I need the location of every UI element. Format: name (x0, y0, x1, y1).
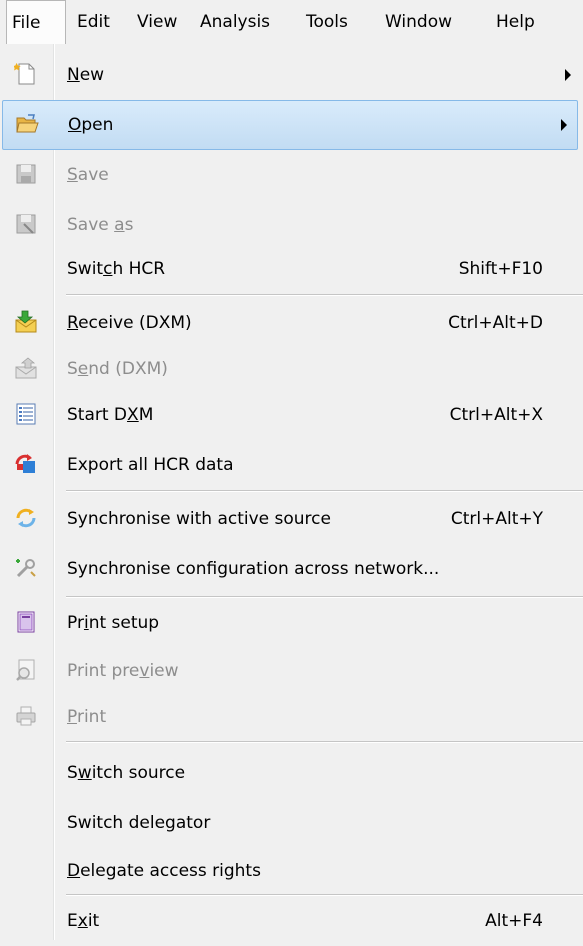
menubar-help[interactable]: Help (496, 0, 535, 44)
menu-item-shortcut: Shift+F10 (458, 259, 543, 279)
menu-item-export-all-hcr-data[interactable]: Export all HCR data (0, 440, 583, 490)
menu-item-start-dxm[interactable]: Start DXM Ctrl+Alt+X (0, 390, 583, 440)
menu-item-label: Synchronise configuration across network… (67, 559, 440, 579)
receive-mail-icon (14, 310, 38, 334)
sync-icon (14, 506, 38, 530)
menu-separator (66, 294, 583, 296)
new-document-icon (14, 62, 38, 86)
menu-item-synchronise-active-source[interactable]: Synchronise with active source Ctrl+Alt+… (0, 494, 583, 544)
menu-separator (66, 741, 583, 743)
menubar-window[interactable]: Window (385, 0, 452, 44)
network-config-icon (14, 556, 38, 580)
menu-item-label: Switch source (67, 763, 186, 783)
menu-item-label: Save as (67, 215, 134, 235)
submenu-arrow-icon (561, 119, 567, 131)
save-as-icon (14, 212, 38, 236)
menu-item-label: Receive (DXM) (67, 313, 192, 333)
menu-item-receive-dxm[interactable]: Receive (DXM) Ctrl+Alt+D (0, 298, 583, 348)
export-icon (14, 452, 38, 476)
menu-item-label: New (67, 65, 105, 85)
menu-item-exit[interactable]: Exit Alt+F4 (0, 896, 583, 946)
menu-item-save[interactable]: Save (0, 150, 583, 200)
menu-item-label: Synchronise with active source (67, 509, 331, 529)
print-setup-icon (14, 610, 38, 634)
menu-separator (66, 490, 583, 492)
menu-item-label: Print (67, 707, 107, 727)
menu-item-label: Print setup (67, 613, 160, 633)
menu-item-label: Export all HCR data (67, 455, 234, 475)
menu-separator (66, 894, 583, 896)
printer-icon (14, 704, 38, 728)
menu-item-save-as[interactable]: Save as (0, 200, 583, 250)
menu-item-shortcut: Ctrl+Alt+Y (450, 509, 543, 529)
menu-item-print-preview[interactable]: Print preview (0, 646, 583, 696)
menu-item-delegate-access-rights[interactable]: Delegate access rights (0, 846, 583, 896)
menu-item-shortcut: Alt+F4 (485, 911, 543, 931)
file-menu: New Open Save Save as Switch HCR Shift+F… (0, 44, 583, 940)
open-folder-icon (15, 112, 39, 136)
menu-item-label: Switch HCR (67, 259, 166, 279)
menu-item-shortcut: Ctrl+Alt+X (449, 405, 543, 425)
menu-item-label: Save (67, 165, 109, 185)
menu-item-switch-hcr[interactable]: Switch HCR Shift+F10 (0, 244, 583, 294)
menu-item-synchronise-configuration[interactable]: Synchronise configuration across network… (0, 544, 583, 594)
menu-item-open[interactable]: Open (2, 100, 578, 150)
menu-item-label: Switch delegator (67, 813, 211, 833)
menu-item-shortcut: Ctrl+Alt+D (448, 313, 543, 333)
menu-item-label: Delegate access rights (67, 861, 261, 881)
menu-item-label: Start DXM (67, 405, 154, 425)
send-mail-icon (14, 356, 38, 380)
menu-item-label: Print preview (67, 661, 179, 681)
submenu-arrow-icon (565, 69, 571, 81)
menu-separator (66, 596, 583, 598)
menu-item-label: Send (DXM) (67, 359, 168, 379)
menu-item-print[interactable]: Print (0, 692, 583, 742)
menu-item-send-dxm[interactable]: Send (DXM) (0, 344, 583, 394)
menu-item-print-setup[interactable]: Print setup (0, 598, 583, 648)
menu-bar: File Edit View Analysis Tools Window Hel… (0, 0, 583, 45)
menu-item-label: Exit (67, 911, 100, 931)
menu-item-new[interactable]: New (0, 50, 583, 100)
menubar-edit[interactable]: Edit (77, 0, 110, 44)
menu-item-switch-source[interactable]: Switch source (0, 748, 583, 798)
menubar-file[interactable]: File (6, 0, 66, 45)
menu-item-label: Open (68, 115, 114, 135)
list-document-icon (14, 402, 38, 426)
menubar-view[interactable]: View (137, 0, 177, 44)
save-icon (14, 162, 38, 186)
menu-item-switch-delegator[interactable]: Switch delegator (0, 798, 583, 848)
menubar-analysis[interactable]: Analysis (200, 0, 270, 44)
menubar-tools[interactable]: Tools (306, 0, 348, 44)
print-preview-icon (14, 658, 38, 682)
